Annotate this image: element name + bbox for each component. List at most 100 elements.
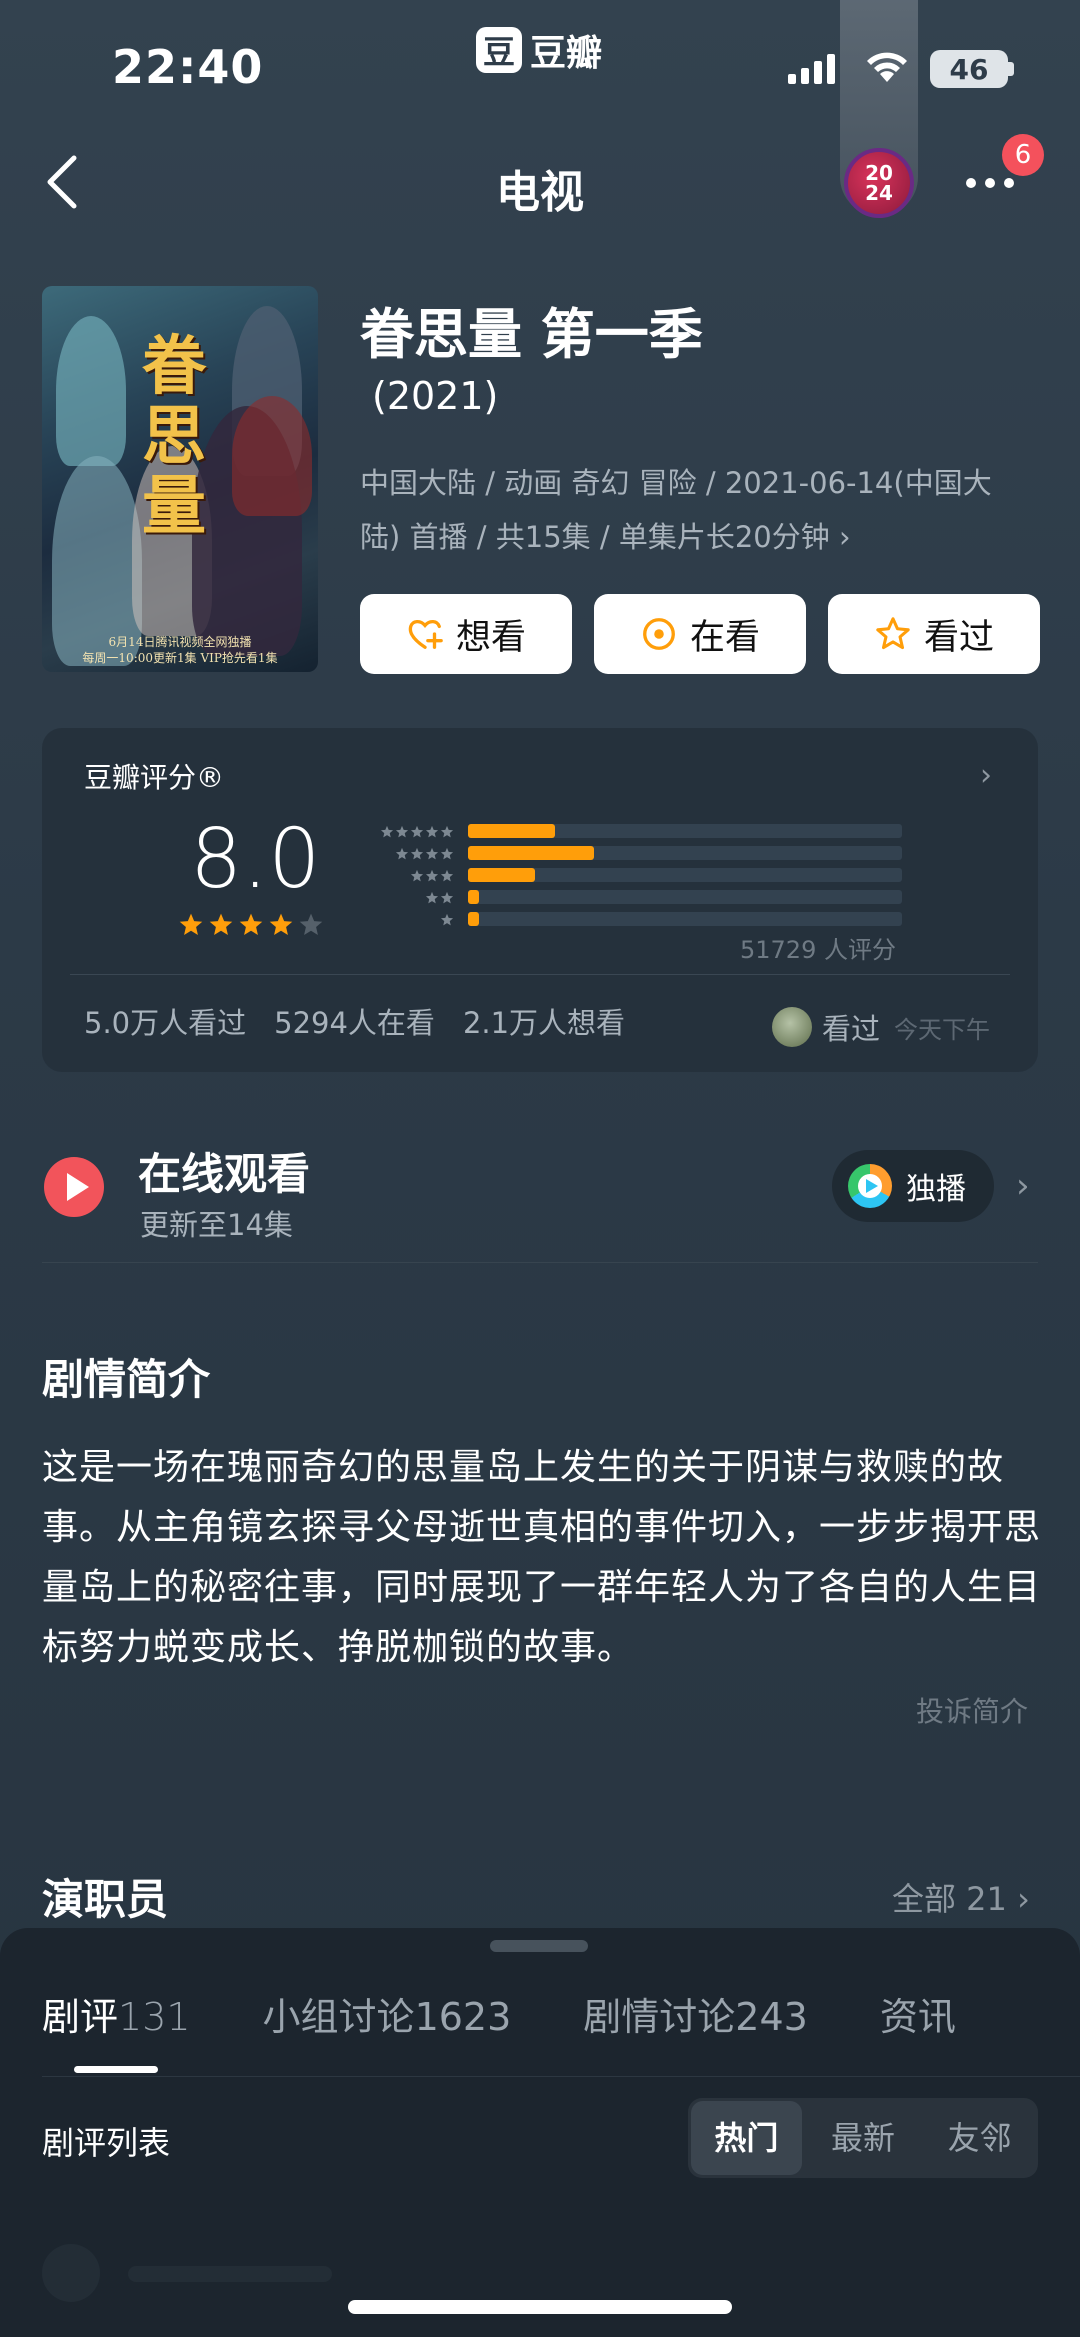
poster-image[interactable]: 眷思量 6月14日腾讯视频全网独播 每周一10:00更新1集 VIP抢先看1集 — [42, 286, 318, 672]
report-synopsis-link[interactable]: 投诉简介 — [916, 1690, 1028, 1730]
star-small-icon — [440, 847, 454, 860]
sort-latest-button[interactable]: 最新 — [808, 2101, 919, 2175]
star-small-icon — [425, 847, 439, 860]
more-icon[interactable] — [966, 178, 1014, 188]
star-small-icon — [395, 847, 409, 860]
tab-news[interactable]: 资讯 — [880, 1986, 956, 2041]
loading-text-placeholder — [128, 2266, 332, 2282]
star-filled-icon — [179, 913, 203, 935]
chevron-right-icon[interactable]: › — [980, 758, 992, 793]
cast-heading: 演职员 — [42, 1875, 169, 1924]
watch-online-title[interactable]: 在线观看 — [138, 1140, 310, 1202]
tab-indicator — [74, 2066, 158, 2073]
douban-logo-icon: 豆 — [476, 27, 522, 73]
star-small-icon — [380, 825, 394, 838]
friend-activity[interactable]: 看过 今天下午 — [772, 1006, 990, 1048]
back-icon[interactable] — [40, 152, 84, 212]
synopsis-text[interactable]: 这是一场在瑰丽奇幻的思量岛上发生的关于阴谋与救赎的故事。从主角镜玄探寻父母逝世真… — [42, 1438, 1042, 1678]
app-name: 豆瓣 — [530, 33, 603, 74]
rating-bar-row-5 — [354, 820, 902, 842]
divider — [42, 2076, 1080, 2077]
rating-bar-fill-1 — [468, 912, 479, 926]
rating-bar-stars — [354, 868, 454, 882]
rating-score: 8.0 — [190, 812, 321, 907]
rating-bar-track — [468, 846, 902, 860]
star-small-icon — [440, 891, 454, 904]
rating-bar-stars — [354, 912, 454, 926]
home-indicator[interactable] — [348, 2300, 732, 2314]
app-badge: 豆 豆瓣 — [476, 26, 602, 74]
divider — [42, 1262, 1038, 1263]
rating-bar-fill-2 — [468, 890, 479, 904]
page-title: 电视 — [496, 167, 584, 218]
star-outline-icon — [876, 617, 910, 650]
rating-bar-stars — [354, 890, 454, 904]
rating-bar-row-1 — [354, 908, 902, 930]
star-small-icon — [410, 825, 424, 838]
star-filled-icon — [209, 913, 233, 935]
watch-online-subtitle: 更新至14集 — [140, 1208, 293, 1242]
heart-plus-icon — [408, 619, 443, 649]
rating-votes: 51729 人评分 — [740, 936, 896, 964]
star-small-icon — [395, 825, 409, 838]
rating-bar-fill-4 — [468, 846, 594, 860]
cast-all-link[interactable]: 全部 21 › — [892, 1874, 1030, 1920]
want-to-watch-label: 想看 — [455, 617, 526, 658]
watched-count: 5.0万人看过 — [84, 1006, 247, 1040]
reviews-tabs: 剧评131 小组讨论1623 剧情讨论243 资讯 — [42, 1986, 1028, 2041]
synopsis-heading: 剧情简介 — [42, 1355, 211, 1404]
rating-bar-row-2 — [354, 886, 902, 908]
rating-bar-track — [468, 912, 902, 926]
rating-bar-track — [468, 868, 902, 882]
star-small-icon — [440, 869, 454, 882]
chevron-right-icon: › — [838, 520, 851, 554]
rating-distribution — [354, 820, 902, 930]
want-to-watch-button[interactable]: 想看 — [360, 594, 572, 674]
wifi-icon — [867, 52, 907, 82]
tencent-video-icon — [848, 1164, 892, 1208]
divider — [70, 974, 1010, 975]
watched-button[interactable]: 看过 — [828, 594, 1040, 674]
star-small-icon — [425, 869, 439, 882]
review-list-title: 剧评列表 — [42, 2124, 171, 2162]
chevron-right-icon[interactable]: › — [1016, 1166, 1030, 1206]
battery-icon: 46 — [930, 50, 1008, 88]
rating-bar-track — [468, 890, 902, 904]
star-small-icon — [440, 825, 454, 838]
rating-bar-stars — [354, 824, 454, 838]
show-title: 眷思量 第一季 — [360, 303, 703, 366]
year-badge-top: 20 — [865, 161, 893, 185]
show-year: (2021) — [372, 374, 499, 418]
show-meta-text: 中国大陆 / 动画 奇幻 冒险 / 2021-06-14(中国大陆) 首播 / … — [360, 466, 992, 554]
sort-hot-button[interactable]: 热门 — [691, 2101, 802, 2175]
rating-bar-row-4 — [354, 842, 902, 864]
watching-button[interactable]: 在看 — [594, 594, 806, 674]
battery-cap — [1008, 62, 1014, 76]
star-small-icon — [440, 913, 454, 926]
year-badge-bottom: 24 — [865, 181, 893, 205]
watching-label: 在看 — [689, 617, 760, 658]
tab-group-discussions[interactable]: 小组讨论1623 — [263, 1986, 512, 2041]
poster-title-art: 眷思量 — [142, 329, 206, 544]
avatar — [772, 1007, 812, 1047]
rating-heading: 豆瓣评分® — [84, 761, 225, 794]
year-2024-badge-icon[interactable]: 20 24 — [844, 148, 914, 218]
tab-reviews[interactable]: 剧评131 — [42, 1986, 191, 2041]
star-small-icon — [410, 847, 424, 860]
star-small-icon — [410, 869, 424, 882]
rating-bar-row-3 — [354, 864, 902, 886]
play-icon[interactable] — [44, 1157, 104, 1217]
star-filled-icon — [239, 913, 263, 935]
loading-avatar-placeholder — [42, 2244, 100, 2302]
show-meta[interactable]: 中国大陆 / 动画 奇幻 冒险 / 2021-06-14(中国大陆) 首播 / … — [360, 456, 1020, 564]
rating-stars — [178, 912, 324, 938]
rating-bar-stars — [354, 846, 454, 860]
sheet-drag-handle[interactable] — [490, 1940, 588, 1952]
watched-label: 看过 — [923, 617, 994, 658]
star-filled-icon — [269, 913, 293, 935]
rating-bar-fill-3 — [468, 868, 536, 882]
sort-friends-button[interactable]: 友邻 — [924, 2101, 1035, 2175]
tab-plot-discussions[interactable]: 剧情讨论243 — [583, 1986, 808, 2041]
exclusive-platform-button[interactable]: 独播 — [832, 1150, 994, 1222]
friend-activity-time: 今天下午 — [894, 1015, 991, 1044]
